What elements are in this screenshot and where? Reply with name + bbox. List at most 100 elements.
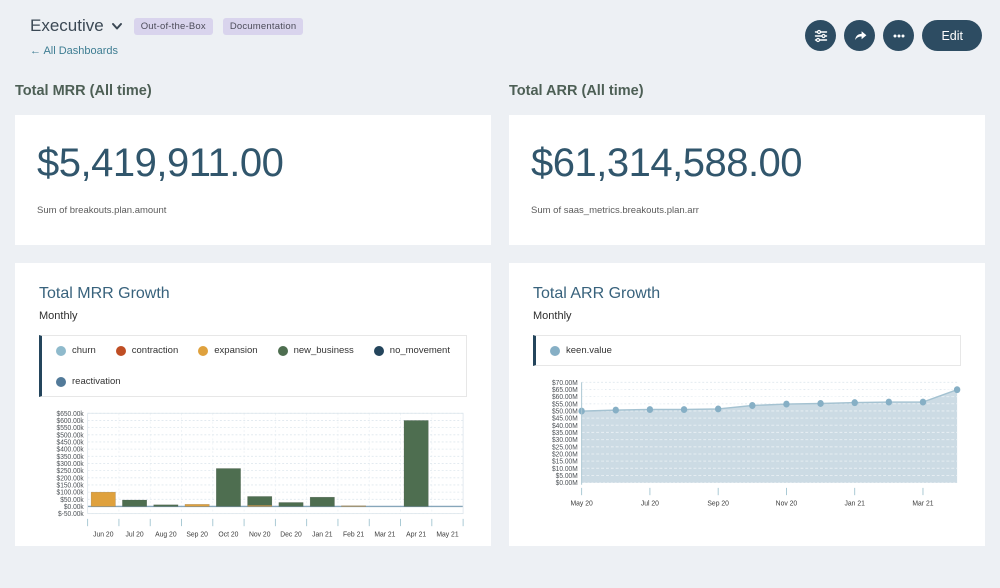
legend-item-new_business[interactable]: new_business	[278, 345, 354, 356]
legend-dot-icon	[278, 346, 288, 356]
svg-text:Aug 20: Aug 20	[155, 531, 177, 538]
mrr-growth-bar-chart[interactable]: $-50.00k$0.00k$50.00k$100.00k$150.00k$20…	[39, 407, 467, 545]
dashboard-grid: Total MRR (All time) Total ARR (All time…	[0, 59, 1000, 546]
svg-text:$40.00M: $40.00M	[552, 423, 578, 430]
legend-item-churn[interactable]: churn	[56, 345, 96, 356]
arr-growth-chart-interval: Monthly	[533, 310, 961, 322]
svg-text:$50.00M: $50.00M	[552, 408, 578, 415]
legend-label: contraction	[132, 345, 178, 356]
svg-text:$500.00k: $500.00k	[57, 432, 85, 439]
dashboard-title-dropdown[interactable]: Executive	[30, 16, 124, 36]
legend-label: new_business	[294, 345, 354, 356]
svg-text:$0.00k: $0.00k	[64, 504, 84, 511]
svg-text:Sep 20: Sep 20	[186, 531, 208, 538]
svg-text:$25.00M: $25.00M	[552, 444, 578, 451]
total-arr-value: $61,314,588.00	[531, 141, 963, 185]
svg-text:$400.00k: $400.00k	[57, 446, 85, 453]
legend-item-expansion[interactable]: expansion	[198, 345, 257, 356]
svg-text:May 21: May 21	[436, 531, 458, 538]
filters-button[interactable]	[805, 20, 836, 51]
svg-text:Mar 21: Mar 21	[912, 500, 933, 507]
chart-legend: keen.value	[533, 335, 961, 366]
mrr-growth-chart-interval: Monthly	[39, 310, 467, 322]
svg-text:$60.00M: $60.00M	[552, 394, 578, 401]
svg-text:$15.00M: $15.00M	[552, 458, 578, 465]
svg-text:$70.00M: $70.00M	[552, 380, 578, 387]
filter-sliders-icon	[813, 28, 829, 44]
svg-text:May 20: May 20	[571, 500, 593, 507]
arr-growth-chart-title: Total ARR Growth	[533, 285, 961, 303]
svg-text:$55.00M: $55.00M	[552, 401, 578, 408]
edit-button[interactable]: Edit	[922, 20, 982, 51]
svg-text:Apr 21: Apr 21	[406, 531, 426, 538]
total-mrr-value: $5,419,911.00	[37, 141, 469, 185]
share-arrow-icon	[852, 28, 868, 44]
legend-item-no_movement[interactable]: no_movement	[374, 345, 450, 356]
share-button[interactable]	[844, 20, 875, 51]
svg-text:Nov 20: Nov 20	[776, 500, 798, 507]
svg-text:Sep 20: Sep 20	[707, 500, 729, 507]
legend-label: no_movement	[390, 345, 450, 356]
more-options-button[interactable]	[883, 20, 914, 51]
all-dashboards-link[interactable]: ← All Dashboards	[30, 45, 118, 57]
dashboard-header: Executive Out-of-the-Box Documentation ←…	[0, 0, 1000, 59]
legend-label: expansion	[214, 345, 257, 356]
legend-dot-icon	[550, 346, 560, 356]
svg-text:Jan 21: Jan 21	[312, 531, 332, 538]
svg-text:$550.00k: $550.00k	[57, 425, 85, 432]
svg-text:$65.00M: $65.00M	[552, 387, 578, 394]
svg-text:$200.00k: $200.00k	[57, 475, 85, 482]
svg-text:$5.00M: $5.00M	[556, 473, 578, 480]
svg-text:$-50.00k: $-50.00k	[58, 511, 84, 518]
svg-text:Oct 20: Oct 20	[218, 531, 238, 538]
svg-text:$45.00M: $45.00M	[552, 415, 578, 422]
svg-text:$100.00k: $100.00k	[57, 489, 85, 496]
legend-dot-icon	[56, 346, 66, 356]
total-arr-caption: Sum of saas_metrics.breakouts.plan.arr	[531, 205, 963, 216]
total-mrr-card: $5,419,911.00 Sum of breakouts.plan.amou…	[15, 115, 491, 245]
svg-text:$35.00M: $35.00M	[552, 430, 578, 437]
svg-text:$450.00k: $450.00k	[57, 439, 85, 446]
legend-label: keen.value	[566, 345, 612, 356]
svg-text:$30.00M: $30.00M	[552, 437, 578, 444]
badge-documentation: Documentation	[223, 18, 304, 35]
chevron-down-icon	[110, 19, 124, 33]
svg-text:$650.00k: $650.00k	[57, 411, 85, 418]
svg-text:Jul 20: Jul 20	[126, 531, 144, 538]
legend-item-contraction[interactable]: contraction	[116, 345, 178, 356]
chart-legend: churn contraction expansion new_business no_…	[39, 335, 467, 397]
legend-item-keen.value[interactable]: keen.value	[550, 345, 612, 356]
legend-dot-icon	[374, 346, 384, 356]
svg-text:$0.00M: $0.00M	[556, 480, 578, 487]
svg-text:Nov 20: Nov 20	[249, 531, 271, 538]
total-arr-card: $61,314,588.00 Sum of saas_metrics.break…	[509, 115, 985, 245]
svg-text:Feb 21: Feb 21	[343, 531, 364, 538]
svg-text:$600.00k: $600.00k	[57, 418, 85, 425]
dashboard-title: Executive	[30, 16, 104, 36]
legend-dot-icon	[56, 377, 66, 387]
svg-text:Jan 21: Jan 21	[845, 500, 865, 507]
ellipsis-icon	[891, 28, 907, 44]
mrr-section-title: Total MRR (All time)	[15, 83, 491, 99]
arr-growth-chart-card: Total ARR Growth Monthly keen.value $0.0…	[509, 263, 985, 546]
svg-text:Jun 20: Jun 20	[93, 531, 113, 538]
mrr-growth-chart-title: Total MRR Growth	[39, 285, 467, 303]
legend-dot-icon	[116, 346, 126, 356]
badge-out-of-the-box: Out-of-the-Box	[134, 18, 213, 35]
svg-text:Mar 21: Mar 21	[374, 531, 395, 538]
svg-text:$10.00M: $10.00M	[552, 466, 578, 473]
arr-section-title: Total ARR (All time)	[509, 83, 985, 99]
legend-item-reactivation[interactable]: reactivation	[56, 376, 121, 387]
arr-growth-area-chart[interactable]: $0.00M$5.00M$10.00M$15.00M$20.00M$25.00M…	[533, 376, 961, 514]
svg-text:$350.00k: $350.00k	[57, 454, 85, 461]
svg-text:Jul 20: Jul 20	[641, 500, 659, 507]
mrr-growth-chart-card: Total MRR Growth Monthly churn contractio…	[15, 263, 491, 546]
svg-text:$250.00k: $250.00k	[57, 468, 85, 475]
legend-dot-icon	[198, 346, 208, 356]
svg-text:$150.00k: $150.00k	[57, 482, 85, 489]
svg-text:Dec 20: Dec 20	[280, 531, 302, 538]
total-mrr-caption: Sum of breakouts.plan.amount	[37, 205, 469, 216]
legend-label: churn	[72, 345, 96, 356]
legend-label: reactivation	[72, 376, 121, 387]
svg-text:$300.00k: $300.00k	[57, 461, 85, 468]
